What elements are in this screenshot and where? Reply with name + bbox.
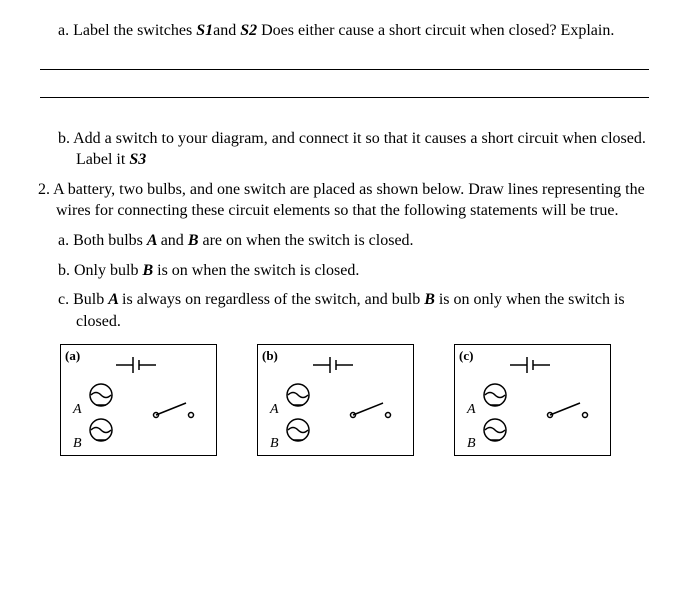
figure-c: (c) A B — [454, 344, 611, 456]
q2c-text-1: Bulb — [73, 291, 108, 308]
q2c-text-2: is always on regardless of the switch, a… — [122, 291, 424, 308]
figure-b: (b) A B — [257, 344, 414, 456]
figure-b-bulb-b-label: B — [270, 435, 279, 454]
bulb-b-icon — [484, 419, 506, 441]
q2a-label: a. — [58, 232, 69, 249]
circuit-diagram-a — [61, 345, 216, 455]
q2a-text-2: and — [161, 232, 188, 249]
q2c-B: B — [424, 291, 439, 308]
q2a-text-1: Both bulbs — [73, 232, 147, 249]
q2c-label: c. — [58, 291, 69, 308]
bulb-a-icon — [484, 384, 506, 406]
q1a-text-3: Does either cause a short circuit when c… — [257, 22, 614, 39]
bulb-a-icon — [90, 384, 112, 406]
figure-c-bulb-a-label: A — [467, 401, 476, 420]
q2b-text-2: is on when the switch is closed. — [157, 262, 359, 279]
switch-icon — [548, 403, 588, 418]
q1b-s3: S3 — [129, 151, 146, 168]
q2b-B: B — [142, 262, 157, 279]
q1-part-b: b. Add a switch to your diagram, and con… — [58, 128, 659, 171]
q2a-text-3: are on when the switch is closed. — [202, 232, 413, 249]
battery-icon — [510, 357, 550, 373]
switch-icon — [351, 403, 391, 418]
answer-line-1 — [40, 68, 649, 70]
bulb-b-icon — [287, 419, 309, 441]
bulb-b-icon — [90, 419, 112, 441]
q2a-A: A — [147, 232, 161, 249]
q1a-label: a. — [58, 22, 69, 39]
q2-part-a: a. Both bulbs A and B are on when the sw… — [58, 230, 659, 252]
figure-row: (a) A B — [60, 344, 659, 456]
q1a-s1: S1 — [196, 22, 213, 39]
battery-icon — [116, 357, 156, 373]
q1b-label: b. — [58, 130, 70, 147]
q2-part-b: b. Only bulb B is on when the switch is … — [58, 260, 659, 282]
q2-label: 2. — [38, 181, 50, 198]
q2: 2. A battery, two bulbs, and one switch … — [38, 179, 659, 222]
q2b-text-1: Only bulb — [74, 262, 142, 279]
q1a-s2: S2 — [240, 22, 257, 39]
answer-line-2 — [40, 96, 649, 98]
q1a-text-1: Label the switches — [73, 22, 196, 39]
figure-a-bulb-b-label: B — [73, 435, 82, 454]
figure-a: (a) A B — [60, 344, 217, 456]
q1b-text-1: Add a switch to your diagram, and connec… — [73, 130, 646, 169]
battery-icon — [313, 357, 353, 373]
q2c-A: A — [108, 291, 122, 308]
q2b-label: b. — [58, 262, 70, 279]
q2-part-c: c. Bulb A is always on regardless of the… — [58, 289, 659, 332]
figure-a-bulb-a-label: A — [73, 401, 82, 420]
figure-c-bulb-b-label: B — [467, 435, 476, 454]
q1-part-a: a. Label the switches S1and S2 Does eith… — [58, 20, 659, 42]
figure-b-bulb-a-label: A — [270, 401, 279, 420]
bulb-a-icon — [287, 384, 309, 406]
circuit-diagram-b — [258, 345, 413, 455]
q2a-B: B — [188, 232, 203, 249]
switch-icon — [154, 403, 194, 418]
q2-text: A battery, two bulbs, and one switch are… — [53, 181, 645, 220]
circuit-diagram-c — [455, 345, 610, 455]
q1a-text-2: and — [213, 22, 240, 39]
